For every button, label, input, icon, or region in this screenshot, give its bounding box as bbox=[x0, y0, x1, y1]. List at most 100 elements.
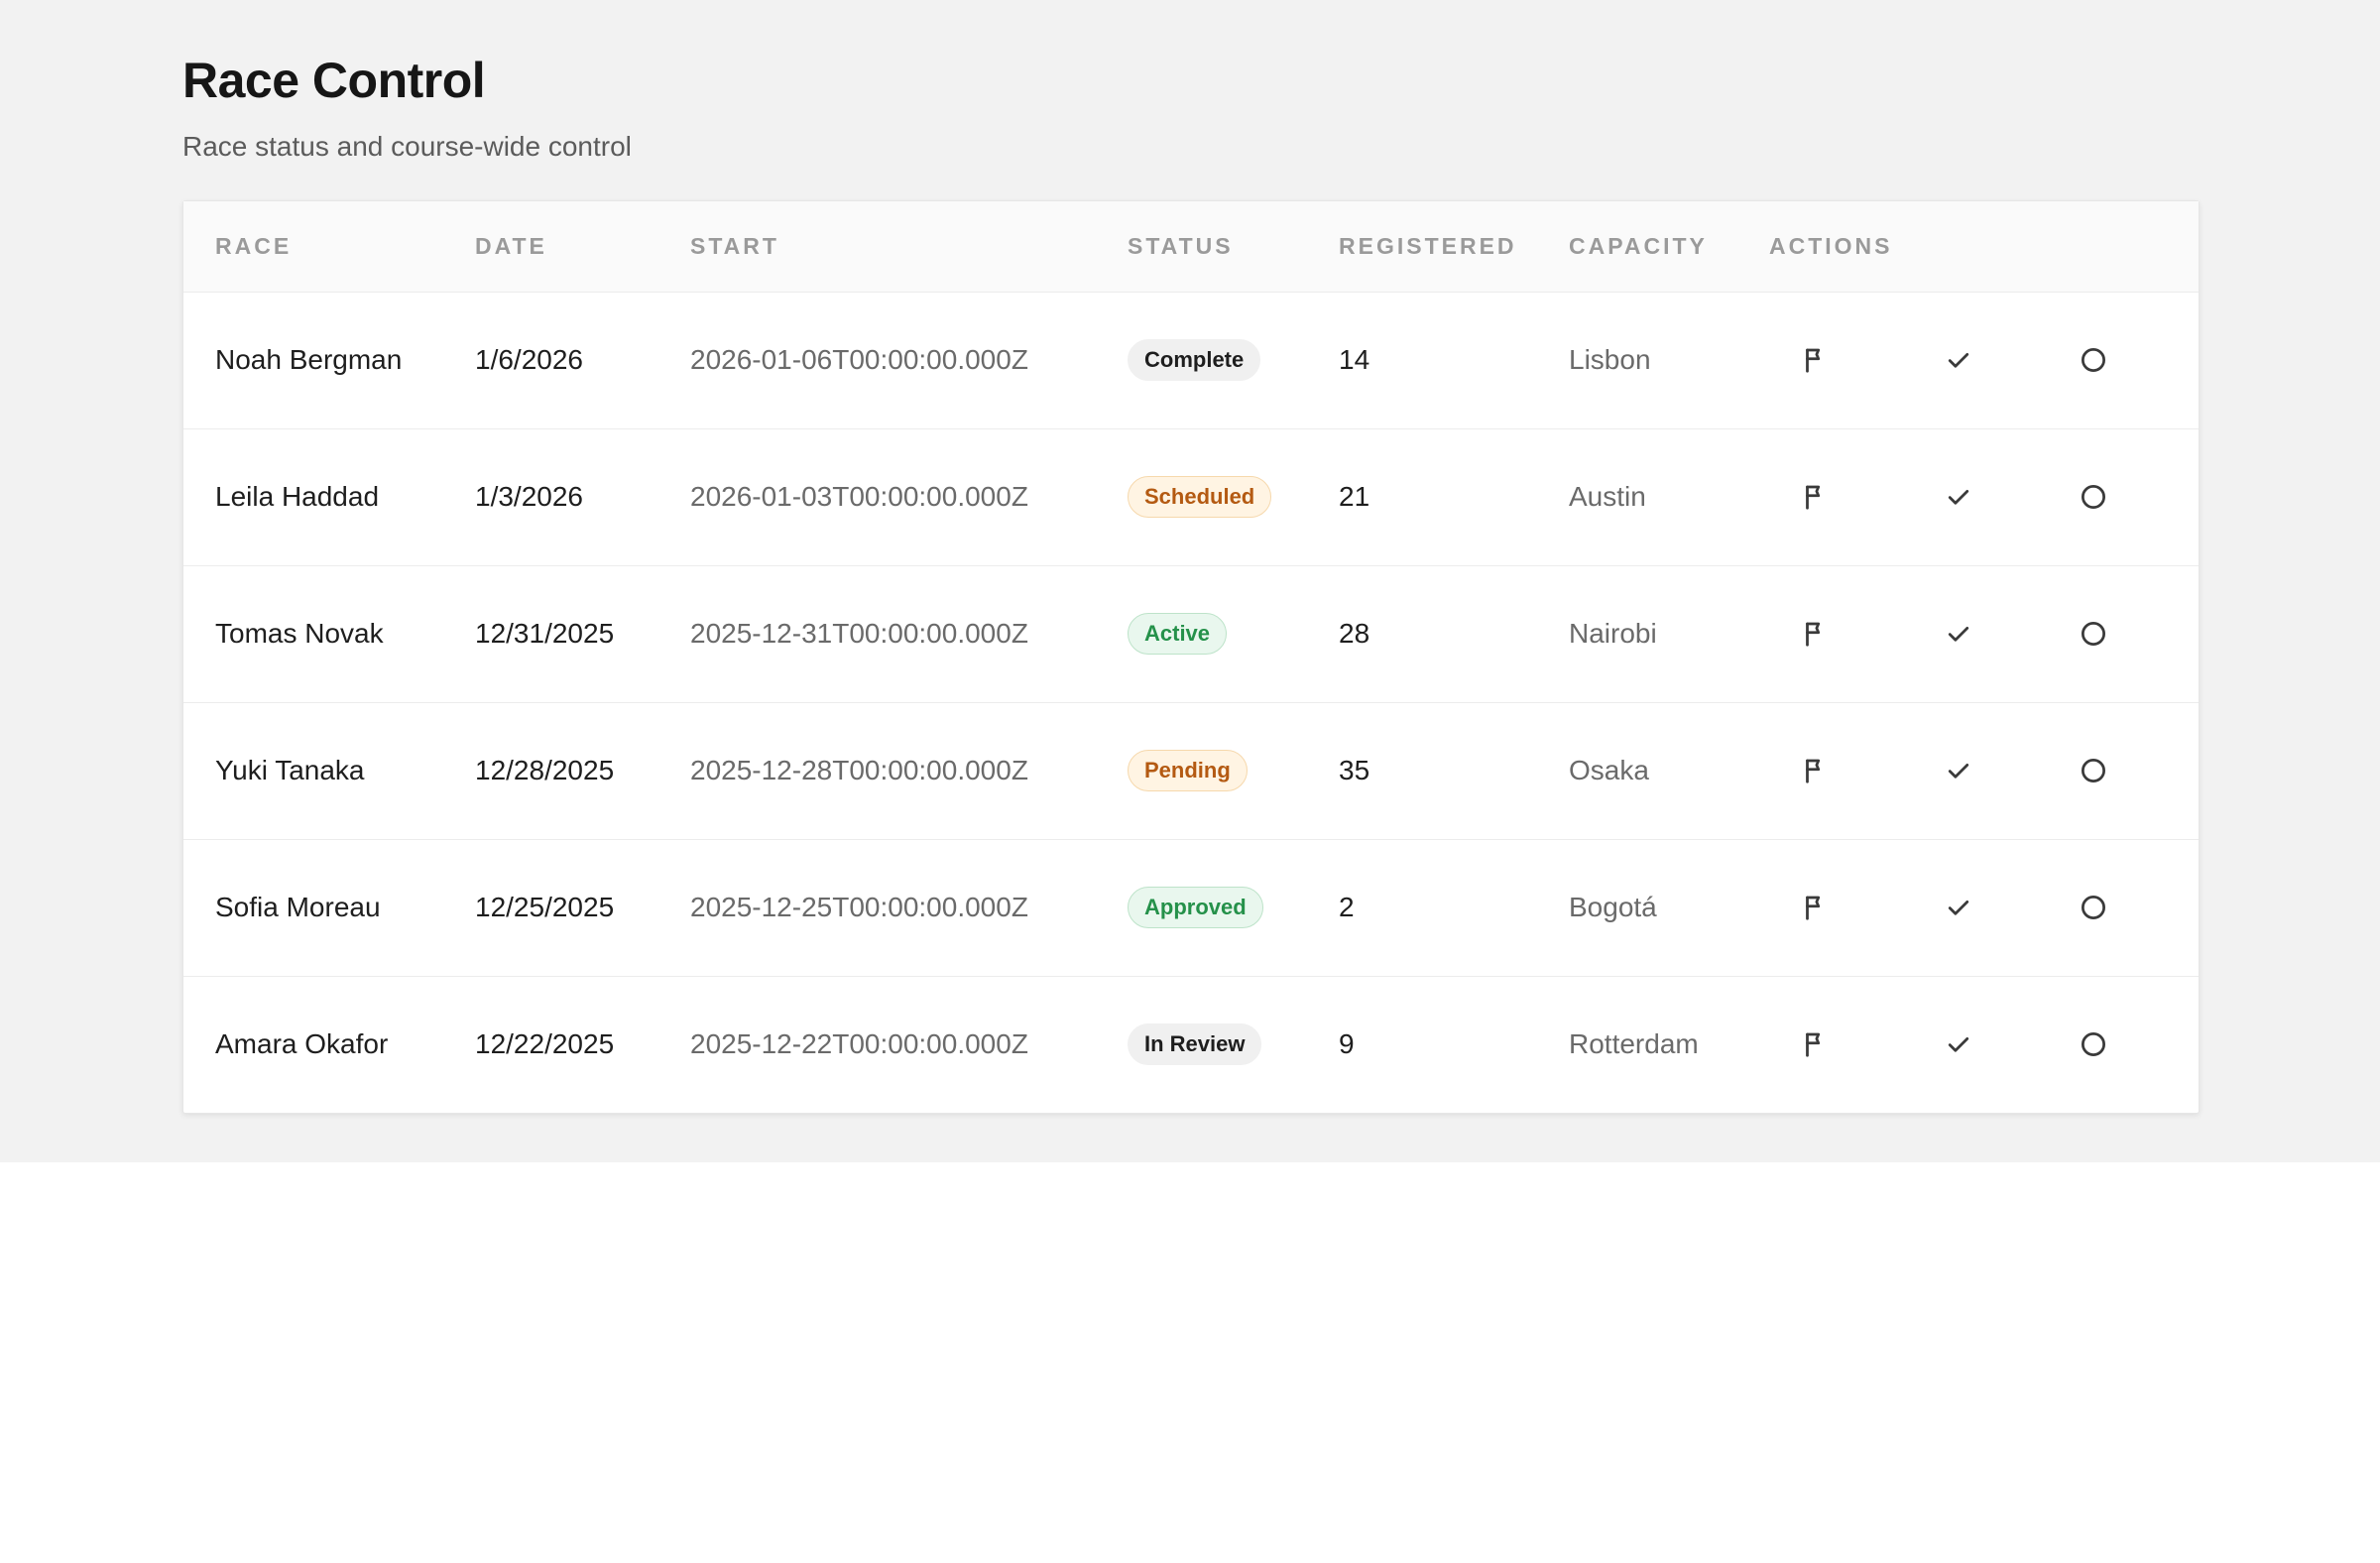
flag-button[interactable] bbox=[1793, 612, 1837, 656]
check-icon bbox=[1944, 893, 1973, 922]
page-background: Race Control Race status and course-wide… bbox=[0, 0, 2380, 1162]
action-cell bbox=[1891, 976, 2026, 1113]
race-name-cell: Tomas Novak bbox=[215, 618, 384, 649]
registered-cell: 9 bbox=[1339, 1028, 1355, 1060]
date-cell: 1/3/2026 bbox=[475, 481, 583, 512]
table-row: Tomas Novak 12/31/2025 2025-12-31T00:00:00… bbox=[183, 565, 2199, 702]
row-end-spacer bbox=[2160, 839, 2199, 976]
table-row: Yuki Tanaka 12/28/2025 2025-12-28T00:00:00… bbox=[183, 702, 2199, 839]
column-header-date: DATE bbox=[475, 232, 547, 259]
action-cell bbox=[1891, 292, 2026, 428]
status-button[interactable] bbox=[2072, 612, 2115, 656]
race-name-cell: Leila Haddad bbox=[215, 481, 380, 512]
capacity-cell: Osaka bbox=[1569, 755, 1649, 785]
race-name-cell: Amara Okafor bbox=[215, 1028, 389, 1060]
action-cell bbox=[1737, 702, 1891, 839]
status-badge: Active bbox=[1128, 613, 1228, 655]
status-badge: Pending bbox=[1128, 750, 1248, 791]
flag-icon bbox=[1800, 1029, 1830, 1059]
flag-button[interactable] bbox=[1793, 886, 1837, 929]
date-cell: 12/25/2025 bbox=[475, 892, 615, 922]
registered-cell: 14 bbox=[1339, 344, 1370, 375]
status-button[interactable] bbox=[2072, 1022, 2115, 1066]
row-end-spacer bbox=[2160, 292, 2199, 428]
check-icon bbox=[1944, 619, 1973, 649]
flag-icon bbox=[1800, 756, 1830, 785]
flag-icon bbox=[1800, 345, 1830, 375]
action-cell bbox=[1891, 702, 2026, 839]
action-cell bbox=[2026, 976, 2160, 1113]
circle-icon bbox=[2079, 1029, 2108, 1059]
check-icon bbox=[1944, 1029, 1973, 1059]
row-end-spacer bbox=[2160, 976, 2199, 1113]
status-badge: Approved bbox=[1128, 887, 1263, 928]
table-header-row: RACE DATE START STATUS REGISTERED CAPACI… bbox=[183, 201, 2199, 292]
capacity-cell: Rotterdam bbox=[1569, 1028, 1699, 1060]
flag-button[interactable] bbox=[1793, 338, 1837, 382]
action-cell bbox=[1891, 839, 2026, 976]
status-button[interactable] bbox=[2072, 749, 2115, 792]
start-cell: 2025-12-22T00:00:00.000Z bbox=[690, 1028, 1028, 1060]
status-cell: Active bbox=[1096, 565, 1307, 702]
status-button[interactable] bbox=[2072, 338, 2115, 382]
approve-button[interactable] bbox=[1937, 886, 1980, 929]
races-table: RACE DATE START STATUS REGISTERED CAPACI… bbox=[183, 201, 2199, 1113]
check-icon bbox=[1944, 482, 1973, 512]
date-cell: 12/31/2025 bbox=[475, 618, 615, 649]
approve-button[interactable] bbox=[1937, 338, 1980, 382]
flag-button[interactable] bbox=[1793, 475, 1837, 519]
table-row: Sofia Moreau 12/25/2025 2025-12-25T00:00:0… bbox=[183, 839, 2199, 976]
column-header-registered: REGISTERED bbox=[1339, 232, 1517, 259]
status-cell: Pending bbox=[1096, 702, 1307, 839]
action-cell bbox=[2026, 428, 2160, 565]
row-end-spacer bbox=[2160, 702, 2199, 839]
table-row: Amara Okafor 12/22/2025 2025-12-22T00:00:0… bbox=[183, 976, 2199, 1113]
column-header-start: START bbox=[690, 232, 779, 259]
date-cell: 1/6/2026 bbox=[475, 344, 583, 375]
column-header-race: RACE bbox=[215, 232, 293, 259]
race-name-cell: Noah Bergman bbox=[215, 344, 403, 375]
action-cell bbox=[1737, 565, 1891, 702]
action-cell bbox=[1737, 976, 1891, 1113]
status-cell: Approved bbox=[1096, 839, 1307, 976]
status-badge: Scheduled bbox=[1128, 476, 1272, 518]
column-header-actions: ACTIONS bbox=[1769, 232, 1893, 259]
circle-icon bbox=[2079, 756, 2108, 785]
action-cell bbox=[2026, 292, 2160, 428]
status-button[interactable] bbox=[2072, 475, 2115, 519]
status-badge: In Review bbox=[1128, 1023, 1262, 1066]
approve-button[interactable] bbox=[1937, 612, 1980, 656]
action-cell bbox=[2026, 565, 2160, 702]
race-name-cell: Yuki Tanaka bbox=[215, 755, 365, 785]
check-icon bbox=[1944, 756, 1973, 785]
approve-button[interactable] bbox=[1937, 1022, 1980, 1066]
page-title: Race Control bbox=[182, 53, 486, 108]
flag-icon bbox=[1800, 619, 1830, 649]
date-cell: 12/28/2025 bbox=[475, 755, 615, 785]
flag-button[interactable] bbox=[1793, 1022, 1837, 1066]
circle-icon bbox=[2079, 345, 2108, 375]
approve-button[interactable] bbox=[1937, 475, 1980, 519]
start-cell: 2026-01-06T00:00:00.000Z bbox=[690, 344, 1028, 375]
start-cell: 2025-12-25T00:00:00.000Z bbox=[690, 892, 1028, 922]
registered-cell: 2 bbox=[1339, 892, 1355, 922]
races-table-card: RACE DATE START STATUS REGISTERED CAPACI… bbox=[182, 200, 2200, 1114]
flag-button[interactable] bbox=[1793, 749, 1837, 792]
start-cell: 2025-12-31T00:00:00.000Z bbox=[690, 618, 1028, 649]
capacity-cell: Lisbon bbox=[1569, 344, 1651, 375]
action-cell bbox=[1737, 292, 1891, 428]
start-cell: 2026-01-03T00:00:00.000Z bbox=[690, 481, 1028, 512]
registered-cell: 21 bbox=[1339, 481, 1370, 512]
registered-cell: 28 bbox=[1339, 618, 1370, 649]
action-cell bbox=[2026, 702, 2160, 839]
status-button[interactable] bbox=[2072, 886, 2115, 929]
check-icon bbox=[1944, 345, 1973, 375]
status-cell: Complete bbox=[1096, 292, 1307, 428]
approve-button[interactable] bbox=[1937, 749, 1980, 792]
circle-icon bbox=[2079, 619, 2108, 649]
flag-icon bbox=[1800, 482, 1830, 512]
action-cell bbox=[1737, 428, 1891, 565]
circle-icon bbox=[2079, 893, 2108, 922]
race-name-cell: Sofia Moreau bbox=[215, 892, 381, 922]
capacity-cell: Nairobi bbox=[1569, 618, 1657, 649]
